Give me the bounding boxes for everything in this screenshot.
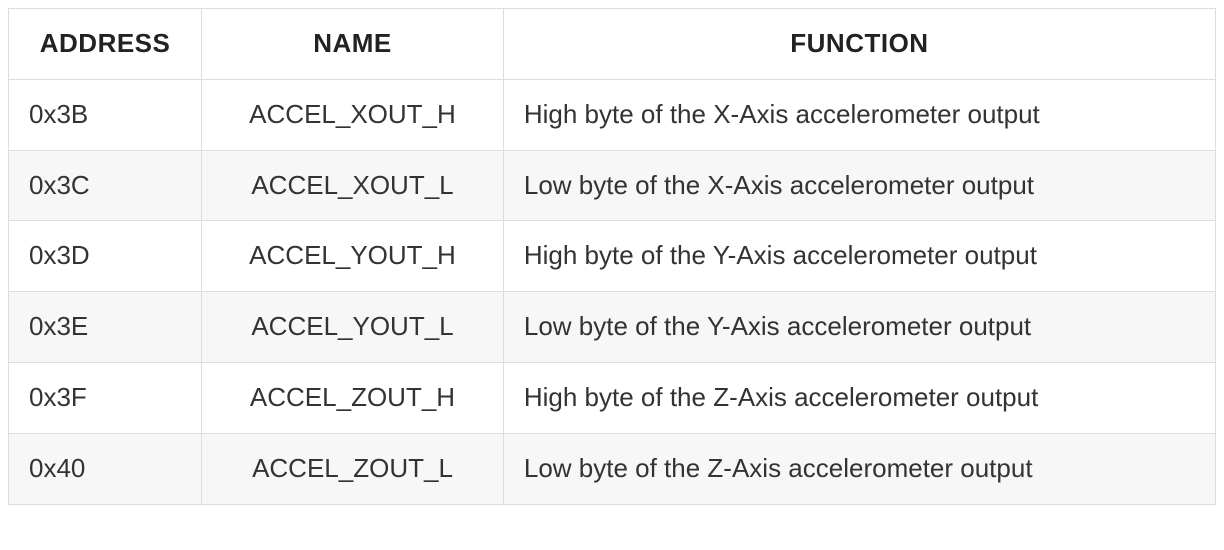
cell-address: 0x3E [9, 292, 202, 363]
table-row: 0x3B ACCEL_XOUT_H High byte of the X-Axi… [9, 79, 1216, 150]
header-name: NAME [202, 9, 504, 80]
table-header-row: ADDRESS NAME FUNCTION [9, 9, 1216, 80]
table-row: 0x40 ACCEL_ZOUT_L Low byte of the Z-Axis… [9, 433, 1216, 504]
cell-address: 0x3D [9, 221, 202, 292]
cell-function: High byte of the X-Axis accelerometer ou… [503, 79, 1215, 150]
table-row: 0x3E ACCEL_YOUT_L Low byte of the Y-Axis… [9, 292, 1216, 363]
cell-address: 0x40 [9, 433, 202, 504]
header-address: ADDRESS [9, 9, 202, 80]
cell-name: ACCEL_XOUT_L [202, 150, 504, 221]
cell-address: 0x3F [9, 362, 202, 433]
cell-function: Low byte of the Z-Axis accelerometer out… [503, 433, 1215, 504]
cell-function: High byte of the Z-Axis accelerometer ou… [503, 362, 1215, 433]
cell-address: 0x3C [9, 150, 202, 221]
cell-function: Low byte of the X-Axis accelerometer out… [503, 150, 1215, 221]
cell-function: High byte of the Y-Axis accelerometer ou… [503, 221, 1215, 292]
register-table: ADDRESS NAME FUNCTION 0x3B ACCEL_XOUT_H … [8, 8, 1216, 505]
cell-name: ACCEL_ZOUT_H [202, 362, 504, 433]
table-row: 0x3C ACCEL_XOUT_L Low byte of the X-Axis… [9, 150, 1216, 221]
cell-name: ACCEL_ZOUT_L [202, 433, 504, 504]
cell-name: ACCEL_YOUT_L [202, 292, 504, 363]
table-row: 0x3F ACCEL_ZOUT_H High byte of the Z-Axi… [9, 362, 1216, 433]
cell-address: 0x3B [9, 79, 202, 150]
cell-function: Low byte of the Y-Axis accelerometer out… [503, 292, 1215, 363]
header-function: FUNCTION [503, 9, 1215, 80]
table-row: 0x3D ACCEL_YOUT_H High byte of the Y-Axi… [9, 221, 1216, 292]
cell-name: ACCEL_YOUT_H [202, 221, 504, 292]
cell-name: ACCEL_XOUT_H [202, 79, 504, 150]
